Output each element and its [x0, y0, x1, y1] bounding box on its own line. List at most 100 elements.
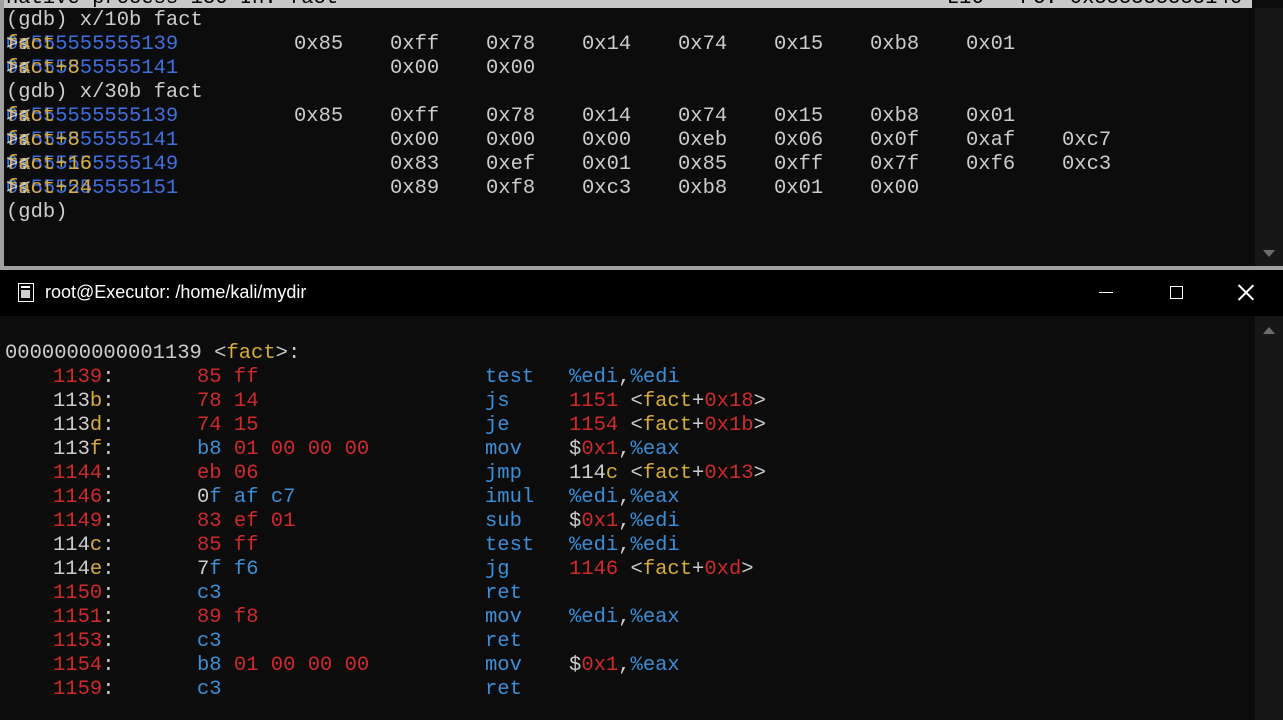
- text-segment: 0x1: [581, 654, 619, 677]
- gdb-terminal-pane[interactable]: native process 136 In: fact L16 PC: 0x55…: [0, 0, 1283, 270]
- text-segment: 01 00 00 00: [233, 654, 370, 677]
- close-button[interactable]: [1211, 270, 1281, 316]
- memory-byte: 0xff: [390, 33, 440, 56]
- text-segment: +: [692, 558, 705, 581]
- instruction-offset: 1154:: [53, 654, 115, 678]
- gdb-scrollbar[interactable]: [1255, 8, 1283, 266]
- text-segment: >:: [6, 57, 31, 80]
- instruction-bytes: c3: [197, 678, 222, 702]
- memory-byte: 0x14: [582, 33, 632, 56]
- memory-byte: 0x00: [486, 129, 536, 152]
- instruction-offset: 1149:: [53, 510, 115, 534]
- text-segment: 1149: [53, 510, 103, 533]
- instruction-offset: 1159:: [53, 678, 115, 702]
- text-segment: 0x18: [704, 390, 754, 413]
- instruction-offset: 1146:: [53, 486, 115, 510]
- text-segment: 85 ff: [197, 366, 259, 389]
- text-segment: 0x1: [581, 510, 619, 533]
- text-segment: e: [89, 558, 103, 581]
- scroll-down-arrow-icon[interactable]: [1263, 250, 1275, 257]
- text-segment: 7: [197, 558, 210, 581]
- scroll-up-arrow-icon[interactable]: [1263, 327, 1275, 334]
- text-segment: :: [102, 654, 115, 677]
- text-segment: f af c7: [209, 486, 296, 509]
- text-segment: ,: [618, 654, 631, 677]
- text-segment: $: [569, 654, 582, 677]
- minimize-icon: [1099, 292, 1113, 293]
- memory-byte: 0x01: [966, 105, 1016, 128]
- text-segment: :: [102, 462, 115, 485]
- text-segment: 0: [197, 486, 210, 509]
- window-titlebar[interactable]: root@Executor: /home/kali/mydir: [0, 270, 1283, 316]
- memory-byte: 0x00: [582, 129, 632, 152]
- text-segment: ,: [618, 366, 631, 389]
- instruction-mnemonic: jg: [485, 558, 510, 581]
- memory-byte: 0x78: [486, 105, 536, 128]
- memory-byte: 0x83: [390, 153, 440, 176]
- text-segment: :: [102, 510, 115, 533]
- instruction-operands: $0x1,%eax: [569, 438, 680, 462]
- text-segment: %edi: [630, 510, 680, 533]
- memory-byte: 0xef: [486, 153, 536, 176]
- memory-byte: 0x00: [390, 57, 440, 80]
- gdb-pane-border: [0, 0, 4, 270]
- instruction-mnemonic: ret: [485, 678, 522, 701]
- text-segment: >:: [6, 33, 31, 56]
- text-segment: <: [618, 390, 643, 413]
- text-segment: :: [102, 534, 115, 557]
- memory-byte: 0x7f: [870, 153, 920, 176]
- instruction-bytes: b8 01 00 00 00: [197, 438, 369, 462]
- text-segment: %eax: [630, 438, 680, 461]
- text-segment: eb 06: [197, 462, 259, 485]
- maximize-icon: [1170, 286, 1183, 299]
- function-header-text: 0000000000001139 <fact>:: [5, 342, 300, 366]
- text-segment: b8: [197, 438, 234, 461]
- instruction-bytes: 74 15: [197, 414, 259, 438]
- text-segment: 0x1b: [704, 414, 754, 437]
- memory-byte: 0x15: [774, 33, 824, 56]
- text-segment: 0x1: [581, 438, 619, 461]
- text-segment: :: [102, 390, 115, 413]
- text-segment: b8: [197, 654, 234, 677]
- memory-byte: 0xf8: [486, 177, 536, 200]
- memory-byte: 0xff: [774, 153, 824, 176]
- instruction-mnemonic: imul: [485, 486, 535, 509]
- text-segment: >: [753, 390, 766, 413]
- gdb-status-left: native process 136 In: fact: [6, 0, 338, 8]
- text-segment: c3: [197, 630, 222, 653]
- memory-byte: 0x01: [966, 33, 1016, 56]
- instruction-bytes: 83 ef 01: [197, 510, 295, 534]
- console-scrollbar[interactable]: [1255, 316, 1283, 720]
- instruction-bytes: 85 ff: [197, 534, 259, 558]
- text-segment: %edi: [569, 366, 619, 389]
- memory-byte: 0x00: [486, 57, 536, 80]
- memory-byte: 0xc7: [1062, 129, 1112, 152]
- text-segment: 114: [53, 558, 90, 581]
- text-segment: (gdb): [6, 201, 68, 224]
- memory-byte: 0xf6: [966, 153, 1016, 176]
- instruction-offset: 114c:: [53, 534, 115, 558]
- instruction-bytes: 0f af c7: [197, 486, 295, 510]
- text-segment: %edi: [630, 534, 680, 557]
- text-segment: :: [102, 558, 115, 581]
- text-segment: b: [89, 390, 103, 413]
- text-segment: 0x13: [704, 462, 754, 485]
- text-segment: 1154: [53, 654, 103, 677]
- memory-byte: 0xb8: [870, 105, 920, 128]
- memory-byte: 0xb8: [678, 177, 728, 200]
- text-segment: $: [569, 510, 582, 533]
- instruction-operands: 1151 <fact+0x18>: [569, 390, 766, 414]
- text-segment: 1146: [569, 558, 619, 581]
- text-segment: 1151: [53, 606, 103, 629]
- instruction-mnemonic: mov: [485, 606, 522, 629]
- instruction-bytes: c3: [197, 630, 222, 654]
- minimize-button[interactable]: [1071, 270, 1141, 316]
- instruction-offset: 114e:: [53, 558, 115, 582]
- text-segment: :: [102, 438, 115, 461]
- text-segment: 113: [53, 438, 90, 461]
- instruction-offset: 113d:: [53, 414, 115, 438]
- text-segment: fact: [642, 462, 693, 485]
- maximize-button[interactable]: [1141, 270, 1211, 316]
- instruction-bytes: 7f f6: [197, 558, 259, 582]
- instruction-mnemonic: ret: [485, 582, 522, 605]
